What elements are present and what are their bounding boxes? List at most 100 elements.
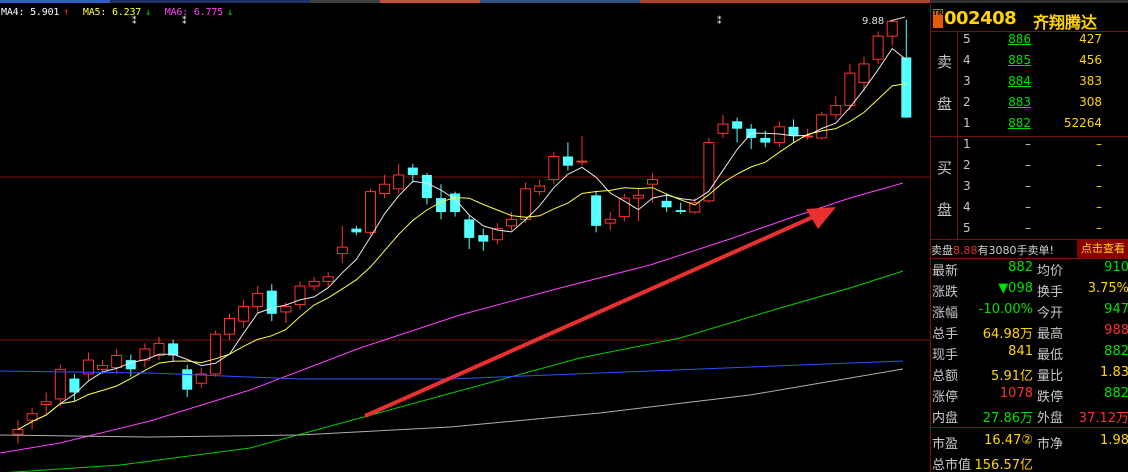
ask-price[interactable]: 885 [1008, 53, 1031, 67]
quote-value: 37.12万 [1078, 411, 1128, 426]
quote-label: 市盈 [932, 437, 959, 452]
candle-up [280, 305, 292, 313]
candle-up [816, 114, 828, 139]
quote-label: 量比 [1037, 369, 1064, 384]
candle-down [436, 198, 446, 212]
buy-level-row[interactable]: 1 – – [931, 137, 1128, 158]
quote-label: 外盘 [1037, 411, 1064, 426]
bid-price: – [1025, 221, 1031, 235]
ma6-legend: MA6: 6.775 ↓ [164, 7, 233, 18]
candle-down [788, 126, 799, 137]
candle-down [661, 200, 672, 208]
quote-row: 总额 5.91亿 量比 1.83 [931, 365, 1128, 386]
ma4-legend: MA4: 5.901 ↑ [1, 7, 70, 18]
bid-volume: – [1096, 158, 1102, 172]
quote-row: 现手 841 最低 882 [931, 344, 1128, 365]
candle-up [209, 333, 221, 375]
sell-level-row[interactable]: 5 886 427 [931, 32, 1128, 53]
quote-value: 1.83 [1100, 365, 1128, 380]
candle-up [393, 174, 405, 190]
candle-up [506, 218, 517, 227]
level-number: 4 [963, 200, 971, 214]
quote-value: 5.91亿 [991, 369, 1033, 384]
candle-up [294, 285, 306, 306]
quote-value: 16.47② [984, 433, 1033, 448]
ma6-line [0, 182, 904, 454]
quote-value: 1078 [999, 386, 1033, 401]
bid-volume: – [1096, 179, 1102, 193]
buy-level-row[interactable]: 4 – – [931, 200, 1128, 221]
kline-chart[interactable]: 9.88 ⁑ ⁑ ⁑ MA4: 5.901 ↑ MA5: 6.237 ↓ MA6: 6.7… [0, 3, 930, 472]
candle-down [168, 343, 179, 356]
quote-label: 总额 [932, 369, 959, 384]
level-number: 3 [963, 74, 971, 88]
candle-up [632, 194, 644, 199]
quote-label: 内盘 [932, 411, 959, 426]
candle-up [604, 218, 616, 224]
quote-value: 156.57亿 [974, 458, 1034, 472]
divider [957, 32, 958, 239]
ma-legend: MA4: 5.901 ↑ MA5: 6.237 ↓ MA6: 6.775 ↓ [1, 7, 241, 18]
buy-level-row[interactable]: 3 – – [931, 179, 1128, 200]
candle-up [153, 342, 165, 356]
level-number: 2 [963, 95, 971, 109]
quote-row: 涨跌 ▼098 换手 3.75% [931, 281, 1128, 302]
quote-row: 总市值 156.57亿 [931, 454, 1128, 472]
buy-level-row[interactable]: 2 – – [931, 158, 1128, 179]
quote-value: 841 [1008, 344, 1033, 359]
candle-up [576, 160, 588, 163]
candle-down [760, 137, 771, 143]
candle-up [365, 191, 376, 233]
quote-value: ▼098 [998, 281, 1033, 296]
quote-label: 均价 [1037, 264, 1064, 279]
candle-up [12, 428, 24, 435]
sell-level-row[interactable]: 2 883 308 [931, 95, 1128, 116]
bid-price: – [1025, 158, 1031, 172]
kline-canvas[interactable]: 9.88⁑ ⁑ ⁑ [0, 3, 930, 472]
sell-level-row[interactable]: 4 885 456 [931, 53, 1128, 74]
ask-price[interactable]: 884 [1008, 74, 1031, 88]
candle-up [252, 292, 264, 307]
quote-label: 市净 [1037, 437, 1064, 452]
candle-down [266, 290, 277, 314]
stock-name: 齐翔腾达 [1033, 13, 1098, 32]
quote-label: 最高 [1037, 327, 1064, 342]
candle-up [26, 413, 38, 421]
ma-green-line [7, 270, 904, 472]
candle-down [591, 195, 602, 226]
stock-title[interactable]: TR 002408 齐翔腾达 [931, 8, 1128, 32]
view-details-button[interactable]: 点击查看 [1077, 240, 1128, 258]
ask-price[interactable]: 882 [1008, 116, 1031, 130]
high-price-pointer [889, 16, 906, 22]
candle-up [111, 354, 123, 368]
level-number: 5 [963, 32, 971, 46]
sell-level-row[interactable]: 1 882 52264 [931, 116, 1128, 137]
candle-down [464, 219, 475, 238]
quote-value: 1.98 [1100, 433, 1128, 448]
bid-price: – [1025, 137, 1031, 151]
level-number: 1 [963, 116, 971, 130]
stock-code: 002408 [944, 8, 1017, 29]
ma5-line [17, 83, 907, 430]
bid-volume: – [1096, 137, 1102, 151]
ask-price[interactable]: 883 [1008, 95, 1031, 109]
candle-down [407, 167, 418, 175]
candle-up [308, 280, 320, 287]
level-number: 1 [963, 137, 971, 151]
candle-down [351, 228, 362, 233]
quote-label: 跌停 [1037, 390, 1064, 405]
high-price-label: 9.88 [862, 16, 884, 27]
candle-down [182, 369, 193, 390]
quote-value: 947 [1104, 302, 1128, 317]
quote-label: 涨停 [932, 390, 959, 405]
candle-up [872, 35, 884, 60]
bid-volume: – [1096, 200, 1102, 214]
candle-up [336, 246, 348, 255]
candle-down [901, 57, 912, 118]
candle-down [421, 174, 432, 199]
candle-up [379, 183, 391, 194]
ask-price[interactable]: 886 [1008, 32, 1031, 46]
sell-level-row[interactable]: 3 884 383 [931, 74, 1128, 95]
quote-row: 内盘 27.86万 外盘 37.12万 [931, 407, 1128, 428]
quote-panel: TR 002408 齐翔腾达 卖 盘 5 886 427 4 885 456 3… [930, 3, 1128, 472]
